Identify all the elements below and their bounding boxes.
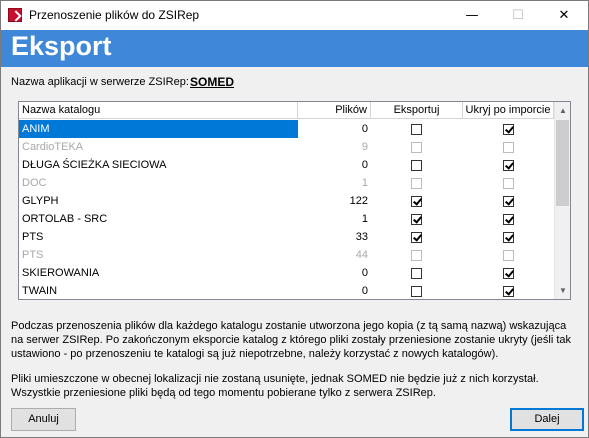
info-paragraph-2: Pliki umieszczone w obecnej lokalizacji … — [11, 373, 539, 399]
hide-cell — [463, 192, 554, 210]
column-header-name[interactable]: Nazwa katalogu — [19, 102, 298, 119]
export-checkbox[interactable] — [411, 214, 422, 225]
file-count-cell: 1 — [361, 177, 368, 189]
hide-cell — [463, 138, 554, 156]
export-cell — [371, 228, 463, 246]
export-checkbox[interactable] — [411, 268, 422, 279]
info-paragraph-1: Podczas przenoszenia plików dla każdego … — [11, 320, 572, 360]
export-cell — [371, 282, 463, 299]
table-row[interactable]: GLYPH 122 — [19, 192, 554, 210]
export-cell — [371, 156, 463, 174]
export-cell — [371, 210, 463, 228]
next-button[interactable]: Dalej — [510, 408, 584, 431]
export-checkbox[interactable] — [411, 160, 422, 171]
table-row[interactable]: PTS 44 — [19, 246, 554, 264]
export-cell — [371, 246, 463, 264]
page-title: Eksport — [11, 31, 112, 61]
catalog-name-cell[interactable]: ORTOLAB - SRC — [19, 210, 298, 228]
catalog-name-cell[interactable]: CardioTEKA — [19, 138, 298, 156]
export-cell — [371, 174, 463, 192]
export-checkbox[interactable] — [411, 286, 422, 297]
catalog-name-cell[interactable]: DŁUGA ŚCIEŻKA SIECIOWA — [19, 156, 298, 174]
hide-cell — [463, 264, 554, 282]
hide-cell — [463, 228, 554, 246]
hide-after-import-checkbox[interactable] — [503, 250, 514, 261]
scroll-thumb[interactable] — [556, 120, 569, 206]
app-name-label: Nazwa aplikacji w serwerze ZSIRep: — [11, 76, 189, 88]
scroll-down-icon[interactable]: ▼ — [555, 282, 570, 299]
hide-after-import-checkbox[interactable] — [503, 124, 514, 135]
export-checkbox[interactable] — [411, 124, 422, 135]
catalog-name-cell[interactable]: SKIEROWANIA — [19, 264, 298, 282]
hide-after-import-checkbox[interactable] — [503, 286, 514, 297]
file-count-cell: 44 — [355, 249, 368, 261]
file-count-cell: 33 — [355, 231, 368, 243]
column-header-hide[interactable]: Ukryj po imporcie — [463, 102, 554, 119]
minimize-button[interactable]: — — [449, 1, 495, 30]
app-icon — [8, 8, 22, 22]
table-row[interactable]: ORTOLAB - SRC 1 — [19, 210, 554, 228]
export-checkbox[interactable] — [411, 178, 422, 189]
catalog-grid[interactable]: Nazwa katalogu Plików Eksportuj Ukryj po… — [18, 101, 571, 300]
maximize-button[interactable]: ☐ — [495, 1, 541, 30]
export-checkbox[interactable] — [411, 250, 422, 261]
catalog-name-cell[interactable]: DOC — [19, 174, 298, 192]
hide-after-import-checkbox[interactable] — [503, 160, 514, 171]
close-button[interactable]: ✕ — [541, 1, 587, 30]
file-count-cell: 0 — [361, 159, 368, 171]
hide-after-import-checkbox[interactable] — [503, 142, 514, 153]
table-row[interactable]: DOC 1 — [19, 174, 554, 192]
table-row[interactable]: DŁUGA ŚCIEŻKA SIECIOWA 0 — [19, 156, 554, 174]
cancel-button[interactable]: Anuluj — [11, 408, 76, 431]
file-count-cell: 0 — [361, 123, 368, 135]
hide-cell — [463, 246, 554, 264]
table-row[interactable]: CardioTEKA 9 — [19, 138, 554, 156]
app-name-value: SOMED — [190, 75, 235, 89]
catalog-name-cell[interactable]: ANIM — [19, 120, 298, 138]
table-row[interactable]: PTS 33 — [19, 228, 554, 246]
vertical-scrollbar[interactable]: ▲ ▼ — [554, 102, 570, 299]
dialog-window: Przenoszenie plików do ZSIRep — ☐ ✕ Eksp… — [0, 0, 589, 438]
hide-after-import-checkbox[interactable] — [503, 196, 514, 207]
hide-after-import-checkbox[interactable] — [503, 214, 514, 225]
hide-cell — [463, 282, 554, 299]
catalog-name-cell[interactable]: GLYPH — [19, 192, 298, 210]
hide-cell — [463, 210, 554, 228]
hide-cell — [463, 174, 554, 192]
file-count-cell: 1 — [361, 213, 368, 225]
export-cell — [371, 192, 463, 210]
file-count-cell: 9 — [361, 141, 368, 153]
hide-after-import-checkbox[interactable] — [503, 268, 514, 279]
file-count-cell: 0 — [361, 267, 368, 279]
hide-after-import-checkbox[interactable] — [503, 232, 514, 243]
hide-cell — [463, 120, 554, 138]
grid-header: Nazwa katalogu Plików Eksportuj Ukryj po… — [19, 102, 570, 119]
catalog-name-cell[interactable]: PTS — [19, 246, 298, 264]
header-band: Eksport — [1, 30, 588, 67]
table-row[interactable]: TWAIN 0 — [19, 282, 554, 299]
column-header-export[interactable]: Eksportuj — [371, 102, 463, 119]
export-checkbox[interactable] — [411, 196, 422, 207]
window-title: Przenoszenie plików do ZSIRep — [29, 8, 200, 22]
export-cell — [371, 138, 463, 156]
export-cell — [371, 264, 463, 282]
title-bar[interactable]: Przenoszenie plików do ZSIRep — ☐ ✕ — [1, 1, 588, 30]
file-count-cell: 122 — [349, 195, 368, 207]
table-row[interactable]: ANIM 0 — [19, 120, 554, 138]
table-row[interactable]: SKIEROWANIA 0 — [19, 264, 554, 282]
hide-after-import-checkbox[interactable] — [503, 178, 514, 189]
export-checkbox[interactable] — [411, 142, 422, 153]
catalog-name-cell[interactable]: TWAIN — [19, 282, 298, 299]
scroll-up-icon[interactable]: ▲ — [555, 102, 570, 119]
column-header-count[interactable]: Plików — [298, 102, 371, 119]
export-cell — [371, 120, 463, 138]
grid-rows: ANIM 0 CardioTEKA 9 DŁUGA ŚCIEŻKA SIECIOWA 0 D… — [19, 120, 554, 299]
catalog-name-cell[interactable]: PTS — [19, 228, 298, 246]
export-checkbox[interactable] — [411, 232, 422, 243]
hide-cell — [463, 156, 554, 174]
file-count-cell: 0 — [361, 285, 368, 297]
